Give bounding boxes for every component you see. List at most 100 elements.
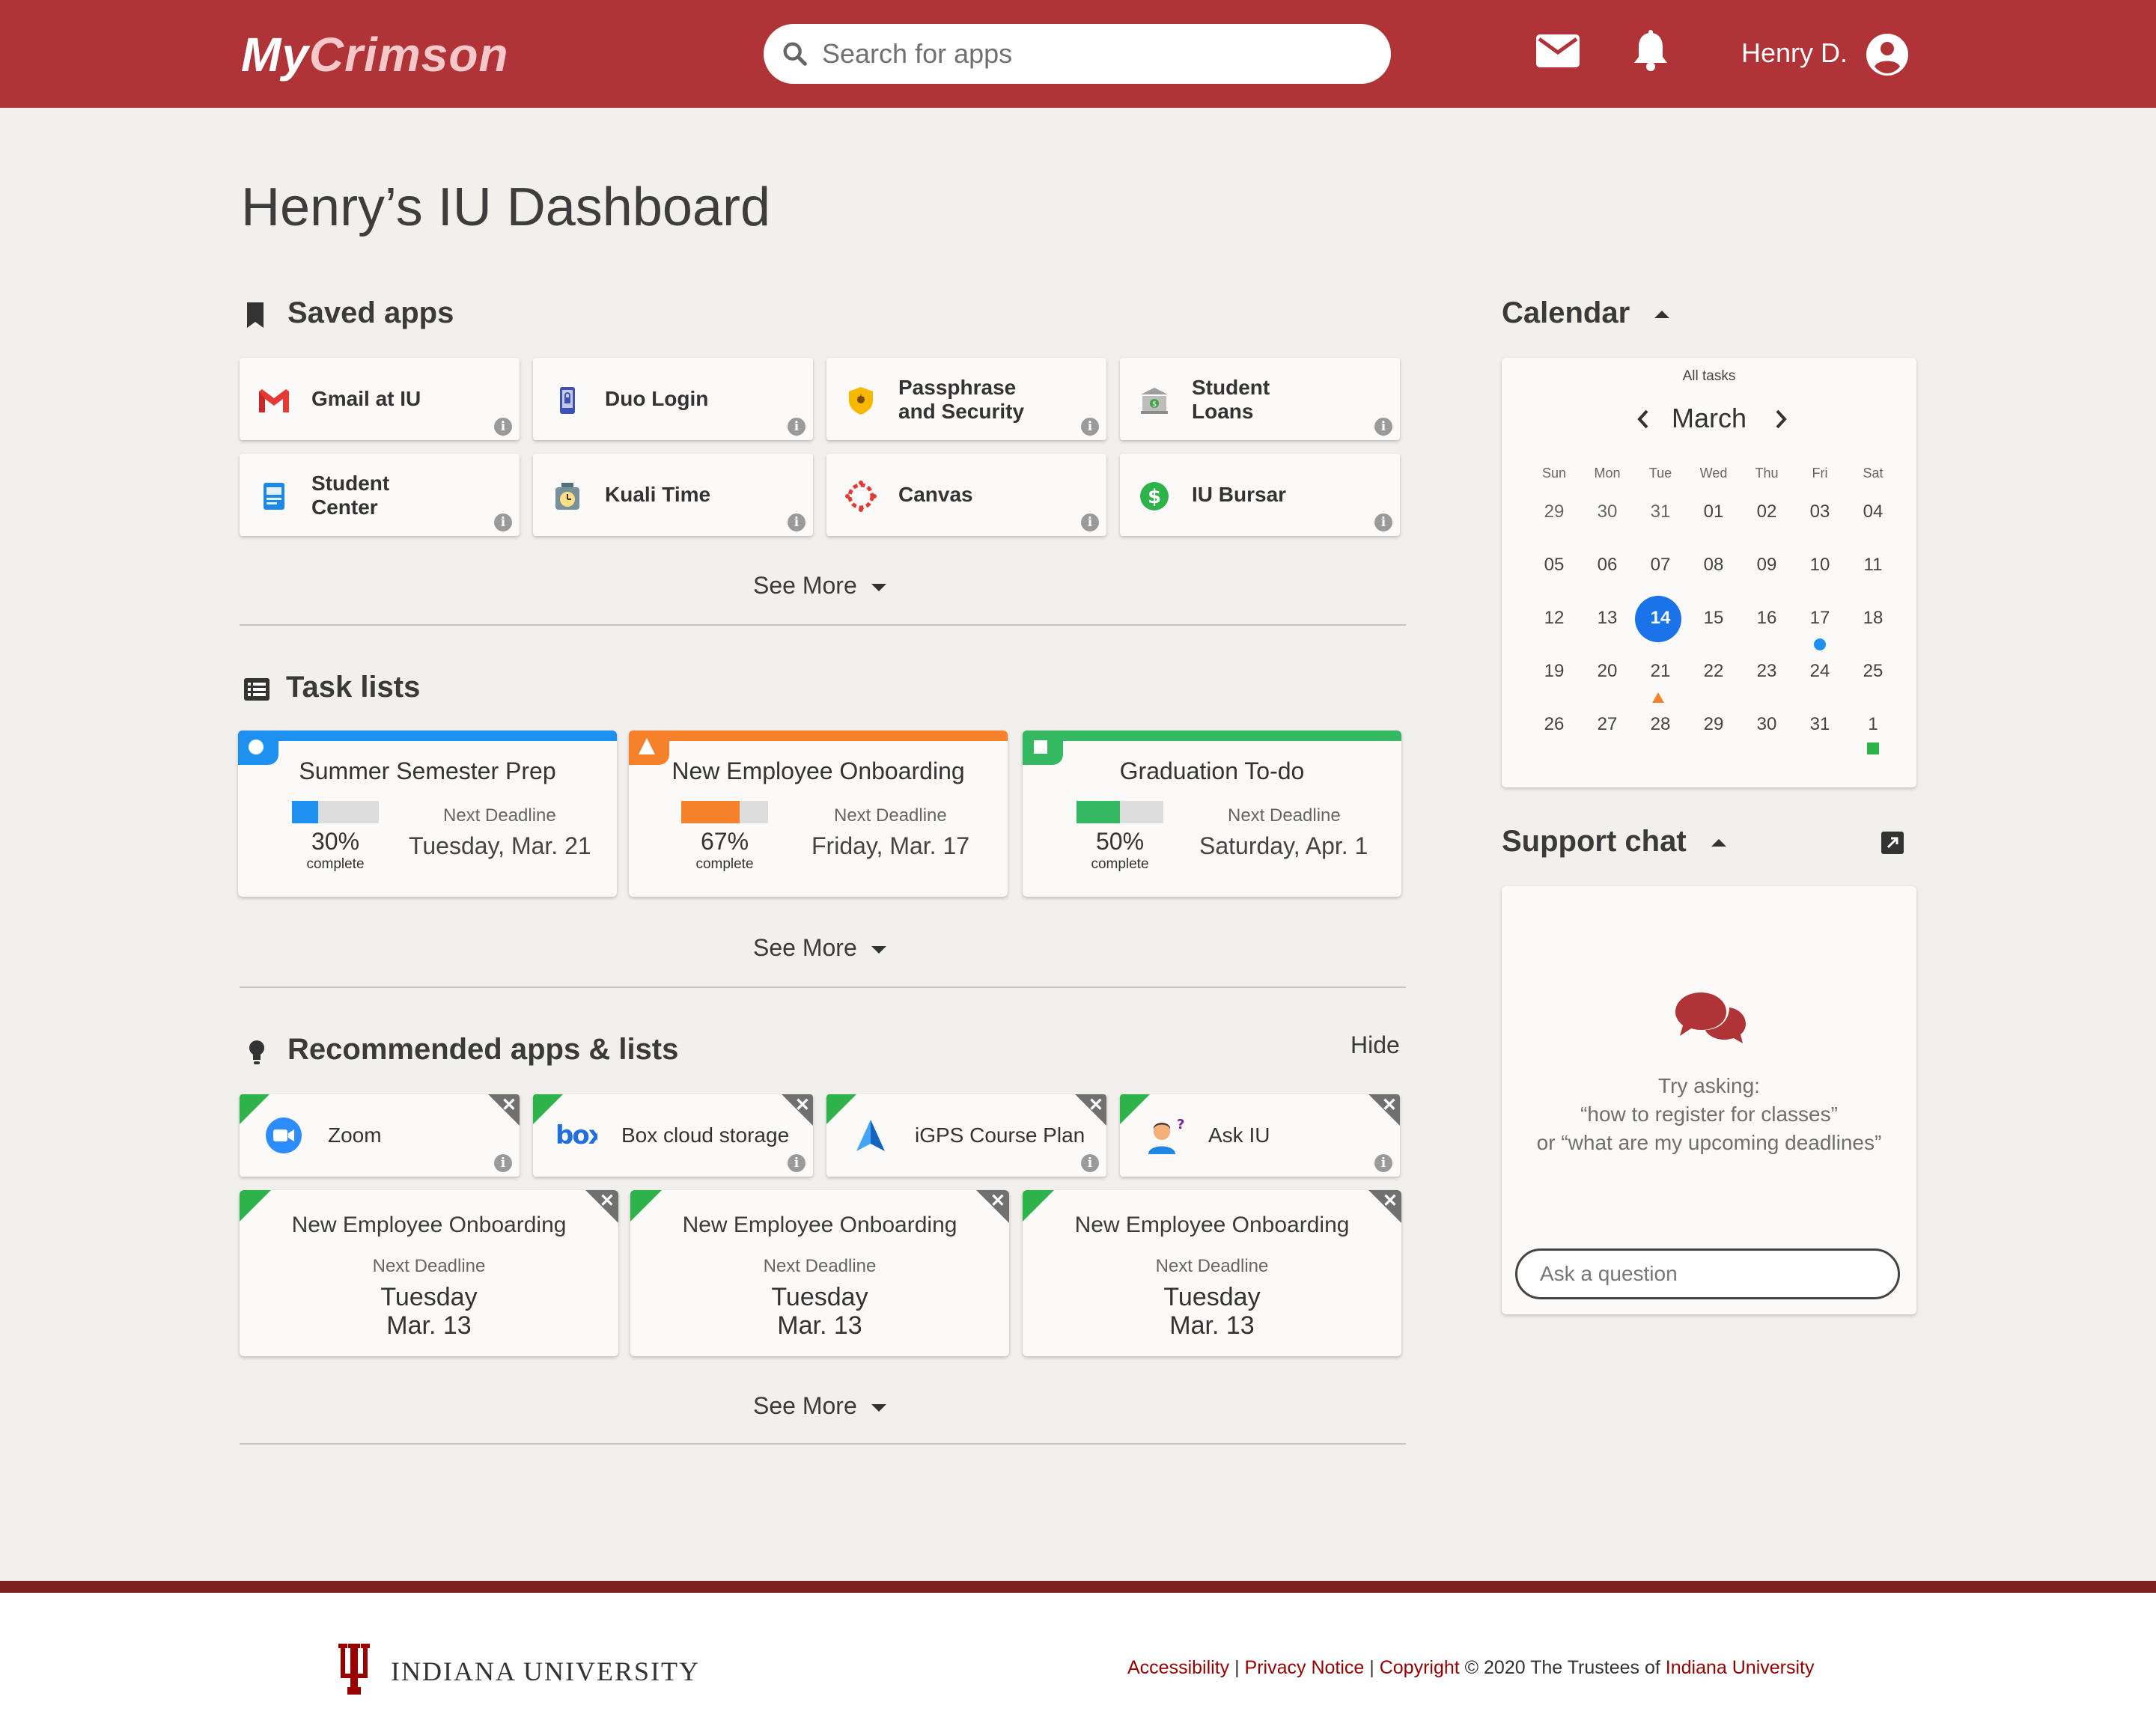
app-tile-passphrase[interactable]: Passphrase and Security i — [826, 358, 1106, 440]
search-input[interactable] — [822, 34, 1361, 73]
calendar-day[interactable]: 27 — [1585, 714, 1630, 735]
page-title: Henry’s IU Dashboard — [241, 177, 770, 237]
info-icon[interactable]: i — [494, 1154, 512, 1172]
calendar-day[interactable]: 1 — [1851, 714, 1895, 735]
example-question[interactable]: or “what are my upcoming deadlines” — [1502, 1129, 1916, 1157]
list-title: New Employee Onboarding — [291, 1213, 567, 1237]
calendar-filter[interactable]: All tasks — [1502, 368, 1916, 385]
app-tile-duo[interactable]: Duo Login i — [533, 358, 813, 440]
chat-question-input[interactable] — [1515, 1248, 1900, 1299]
app-tile-student-loans[interactable]: $ Student Loans i — [1120, 358, 1400, 440]
open-in-new-window-icon[interactable] — [1881, 831, 1904, 855]
calendar-day[interactable]: 17 — [1797, 608, 1842, 629]
task-card-graduation-to-do[interactable]: Graduation To-do 50% complete Next Deadl… — [1023, 731, 1401, 897]
calendar-day[interactable]: 22 — [1691, 661, 1736, 682]
calendar-day[interactable]: 15 — [1691, 608, 1736, 629]
saved-apps-see-more-button[interactable]: See More — [753, 572, 888, 600]
task-card-new-employee-onboarding[interactable]: New Employee Onboarding 67% complete Nex… — [629, 731, 1008, 897]
info-icon[interactable]: i — [1374, 1154, 1392, 1172]
calendar-day[interactable]: 16 — [1744, 608, 1789, 629]
calendar-heading[interactable]: Calendar — [1502, 296, 1671, 330]
calendar-day[interactable]: 30 — [1744, 714, 1789, 735]
calendar-weekday: Thu — [1755, 466, 1779, 481]
info-icon[interactable]: i — [1081, 513, 1099, 531]
task-card-summer-semester-prep[interactable]: Summer Semester Prep 30% complete Next D… — [238, 731, 617, 897]
hide-recommended-button[interactable]: Hide — [1350, 1031, 1400, 1059]
calendar-day[interactable]: 31 — [1797, 714, 1842, 735]
calendar-day[interactable]: 25 — [1851, 661, 1895, 682]
app-tile-iu-bursar[interactable]: $ IU Bursar i — [1120, 454, 1400, 536]
accessibility-link[interactable]: Accessibility — [1127, 1657, 1229, 1678]
search-box[interactable] — [764, 24, 1391, 84]
iu-trident-logo-icon[interactable] — [334, 1642, 374, 1696]
calendar-day[interactable]: 21 — [1638, 661, 1683, 682]
dismiss-icon[interactable]: ✕ — [1075, 1094, 1106, 1126]
calendar-day[interactable]: 02 — [1744, 501, 1789, 522]
calendar-day[interactable]: 01 — [1691, 501, 1736, 522]
info-icon[interactable]: i — [1081, 1154, 1099, 1172]
calendar-day[interactable]: 19 — [1532, 661, 1577, 682]
calendar-day[interactable]: 24 — [1797, 661, 1842, 682]
info-icon[interactable]: i — [1374, 418, 1392, 436]
calendar-day[interactable]: 07 — [1638, 555, 1683, 576]
mail-icon[interactable] — [1536, 34, 1580, 67]
calendar-day[interactable]: 31 — [1638, 501, 1683, 522]
copyright-text: © 2020 The Trustees of — [1459, 1657, 1666, 1678]
dismiss-icon[interactable]: ✕ — [488, 1094, 520, 1126]
app-tile-kuali-time[interactable]: Kuali Time i — [533, 454, 813, 536]
recommended-list-card[interactable]: ✕ New Employee Onboarding Next Deadline … — [630, 1190, 1009, 1356]
info-icon[interactable]: i — [788, 1154, 806, 1172]
calendar-day[interactable]: 06 — [1585, 555, 1630, 576]
calendar-day[interactable]: 29 — [1532, 501, 1577, 522]
calendar-day[interactable]: 26 — [1532, 714, 1577, 735]
dismiss-icon[interactable]: ✕ — [1368, 1094, 1400, 1126]
recommended-list-card[interactable]: ✕ New Employee Onboarding Next Deadline … — [240, 1190, 618, 1356]
mycrimson-logo[interactable]: MyCrimson — [241, 27, 509, 82]
recommended-app-ask-iu[interactable]: ✕ ? Ask IU i — [1120, 1094, 1400, 1177]
dismiss-icon[interactable]: ✕ — [782, 1094, 813, 1126]
calendar-day[interactable]: 08 — [1691, 555, 1736, 576]
calendar-day[interactable]: 12 — [1532, 608, 1577, 629]
calendar-day[interactable]: 20 — [1585, 661, 1630, 682]
support-chat-heading[interactable]: Support chat — [1502, 825, 1728, 859]
app-tile-canvas[interactable]: Canvas i — [826, 454, 1106, 536]
example-question[interactable]: “how to register for classes” — [1502, 1100, 1916, 1129]
recommended-list-card[interactable]: ✕ New Employee Onboarding Next Deadline … — [1023, 1190, 1401, 1356]
info-icon[interactable]: i — [788, 418, 806, 436]
bell-icon[interactable] — [1632, 30, 1669, 72]
recommended-see-more-button[interactable]: See More — [753, 1392, 888, 1420]
recommended-app-box[interactable]: ✕ box Box cloud storage i — [533, 1094, 813, 1177]
calendar-day[interactable]: 11 — [1851, 555, 1895, 576]
calendar-day[interactable]: 23 — [1744, 661, 1789, 682]
task-title: New Employee Onboarding — [672, 757, 965, 784]
calendar-day[interactable]: 29 — [1691, 714, 1736, 735]
info-icon[interactable]: i — [1081, 418, 1099, 436]
info-icon[interactable]: i — [494, 513, 512, 531]
calendar-day[interactable]: 13 — [1585, 608, 1630, 629]
pin-bookmark-icon[interactable] — [533, 1094, 563, 1124]
task-lists-see-more-button[interactable]: See More — [753, 934, 888, 962]
indiana-university-link[interactable]: Indiana University — [1666, 1657, 1815, 1678]
indiana-university-wordmark[interactable]: INDIANA UNIVERSITY — [391, 1656, 700, 1687]
calendar-day[interactable]: 05 — [1532, 555, 1577, 576]
app-tile-student-center[interactable]: Student Center i — [240, 454, 520, 536]
calendar-day[interactable]: 30 — [1585, 501, 1630, 522]
user-avatar-icon[interactable] — [1866, 33, 1909, 76]
calendar-day[interactable]: 10 — [1797, 555, 1842, 576]
recommended-app-zoom[interactable]: ✕ Zoom i — [240, 1094, 520, 1177]
user-name[interactable]: Henry D. — [1741, 37, 1848, 69]
calendar-day[interactable]: 14 — [1638, 608, 1683, 629]
calendar-day[interactable]: 18 — [1851, 608, 1895, 629]
privacy-notice-link[interactable]: Privacy Notice — [1245, 1657, 1365, 1678]
copyright-link[interactable]: Copyright — [1380, 1657, 1460, 1678]
info-icon[interactable]: i — [1374, 513, 1392, 531]
calendar-day[interactable]: 04 — [1851, 501, 1895, 522]
calendar-day[interactable]: 03 — [1797, 501, 1842, 522]
info-icon[interactable]: i — [494, 418, 512, 436]
calendar-day[interactable]: 28 — [1638, 714, 1683, 735]
recommended-app-igps[interactable]: ✕ iGPS Course Plan i — [826, 1094, 1106, 1177]
chevron-right-icon[interactable] — [1774, 409, 1788, 430]
app-tile-gmail[interactable]: Gmail at IU i — [240, 358, 520, 440]
calendar-day[interactable]: 09 — [1744, 555, 1789, 576]
info-icon[interactable]: i — [788, 513, 806, 531]
